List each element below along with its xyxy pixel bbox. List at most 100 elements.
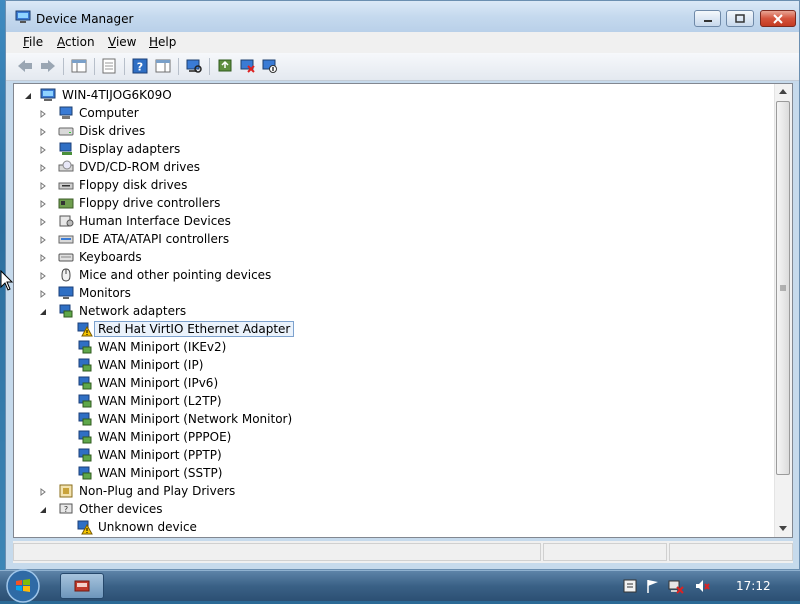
collapse-arrow-icon[interactable] <box>38 505 47 514</box>
maximize-button[interactable] <box>726 10 754 27</box>
properties-button[interactable] <box>99 57 119 75</box>
device-category[interactable]: ? Other devices <box>14 500 714 518</box>
device-item[interactable]: Unknown device <box>14 518 714 536</box>
monitor-icon <box>58 286 74 299</box>
back-button[interactable] <box>15 57 35 75</box>
device-label: Mice and other pointing devices <box>79 268 272 282</box>
floppy-controller-icon <box>58 198 74 209</box>
collapse-arrow-icon[interactable] <box>23 91 32 100</box>
console-tree-icon <box>71 59 87 73</box>
help-icon: ? <box>132 58 148 74</box>
expand-arrow-icon[interactable] <box>38 289 47 298</box>
device-category[interactable]: DVD/CD-ROM drives <box>14 158 714 176</box>
device-item[interactable]: WAN Miniport (L2TP) <box>14 392 714 410</box>
network-icon[interactable] <box>668 578 684 594</box>
device-manager-taskbar-icon <box>74 580 90 592</box>
device-label: Non-Plug and Play Drivers <box>79 484 236 498</box>
disk-drive-icon <box>58 127 74 136</box>
device-label: Human Interface Devices <box>79 214 231 228</box>
device-category[interactable]: Computer <box>14 104 714 122</box>
device-category[interactable]: Mice and other pointing devices <box>14 266 714 284</box>
device-label: Red Hat VirtIO Ethernet Adapter <box>93 321 295 337</box>
scroll-down-arrow-icon[interactable] <box>775 520 791 536</box>
warning-device-icon <box>77 322 93 337</box>
expand-arrow-icon[interactable] <box>38 181 47 190</box>
view-toggle-button[interactable] <box>153 57 173 75</box>
flag-icon[interactable] <box>645 578 661 594</box>
start-button[interactable] <box>4 568 42 604</box>
dvd-drive-icon <box>58 160 74 172</box>
update-driver-button[interactable] <box>216 57 236 75</box>
help-button[interactable]: ? <box>130 57 150 75</box>
device-category[interactable]: Non-Plug and Play Drivers <box>14 482 714 500</box>
action-center-icon[interactable] <box>622 578 638 594</box>
show-hide-console-tree-button[interactable] <box>69 57 89 75</box>
scroll-up-arrow-icon[interactable] <box>775 84 791 100</box>
update-driver-icon <box>218 59 232 72</box>
expand-arrow-icon[interactable] <box>38 109 47 118</box>
device-category[interactable]: Keyboards <box>14 248 714 266</box>
device-label: WAN Miniport (L2TP) <box>98 394 222 408</box>
taskbar-device-manager-button[interactable] <box>60 573 104 599</box>
ide-controller-icon <box>58 235 74 244</box>
scrollbar-thumb[interactable] <box>776 101 790 475</box>
properties-icon <box>102 58 116 74</box>
view-pane-icon <box>155 59 171 73</box>
device-category[interactable]: Monitors <box>14 284 714 302</box>
device-label: WAN Miniport (IKEv2) <box>98 340 227 354</box>
device-category[interactable]: Floppy disk drives <box>14 176 714 194</box>
volume-muted-icon[interactable] <box>694 578 710 594</box>
expand-arrow-icon[interactable] <box>38 217 47 226</box>
vertical-scrollbar[interactable] <box>774 84 792 537</box>
expand-arrow-icon[interactable] <box>38 163 47 172</box>
forward-button[interactable] <box>38 57 58 75</box>
device-category[interactable]: Network adapters <box>14 302 714 320</box>
collapse-arrow-icon[interactable] <box>38 307 47 316</box>
device-item[interactable]: Red Hat VirtIO Ethernet Adapter <box>14 320 714 338</box>
scan-hardware-button[interactable] <box>184 57 204 75</box>
device-category[interactable]: Disk drives <box>14 122 714 140</box>
device-category[interactable]: IDE ATA/ATAPI controllers <box>14 230 714 248</box>
status-bar <box>13 541 793 563</box>
menu-file[interactable]: File <box>23 35 43 49</box>
device-tree[interactable]: WIN-4TIJOG6K09O Computer Disk drives Displ… <box>13 83 793 538</box>
device-item[interactable]: WAN Miniport (PPPOE) <box>14 428 714 446</box>
device-item[interactable]: WAN Miniport (IPv6) <box>14 374 714 392</box>
expand-arrow-icon[interactable] <box>38 127 47 136</box>
title-bar[interactable]: Device Manager <box>6 1 799 32</box>
uninstall-device-button[interactable] <box>238 57 258 75</box>
expand-arrow-icon[interactable] <box>38 487 47 496</box>
tree-root[interactable]: WIN-4TIJOG6K09O <box>18 86 318 104</box>
close-button[interactable] <box>760 10 796 27</box>
expand-arrow-icon[interactable] <box>38 235 47 244</box>
expand-arrow-icon[interactable] <box>38 253 47 262</box>
minimize-button[interactable] <box>694 10 721 27</box>
taskbar: 17:12 <box>0 568 800 604</box>
display-adapter-icon <box>59 142 72 155</box>
device-item[interactable]: WAN Miniport (SSTP) <box>14 464 714 482</box>
device-item[interactable]: WAN Miniport (Network Monitor) <box>14 410 714 428</box>
device-category[interactable]: Human Interface Devices <box>14 212 714 230</box>
expand-arrow-icon[interactable] <box>38 199 47 208</box>
device-item[interactable]: WAN Miniport (PPTP) <box>14 446 714 464</box>
expand-arrow-icon[interactable] <box>38 271 47 280</box>
device-item[interactable]: WAN Miniport (IP) <box>14 356 714 374</box>
expand-arrow-icon[interactable] <box>38 145 47 154</box>
svg-text:?: ? <box>64 505 68 514</box>
network-adapter-icon <box>78 376 92 390</box>
close-icon <box>773 13 783 24</box>
system-tray: 17:12 <box>610 571 800 601</box>
disable-device-button[interactable] <box>260 57 280 75</box>
device-manager-icon <box>15 10 31 23</box>
taskbar-clock[interactable]: 17:12 <box>736 579 771 593</box>
device-category[interactable]: Display adapters <box>14 140 714 158</box>
menu-action[interactable]: Action <box>57 35 95 49</box>
device-category[interactable]: Floppy drive controllers <box>14 194 714 212</box>
device-item[interactable]: WAN Miniport (IKEv2) <box>14 338 714 356</box>
menu-view[interactable]: View <box>108 35 136 49</box>
tree-root-label: WIN-4TIJOG6K09O <box>62 88 172 102</box>
toolbar-separator <box>178 58 179 75</box>
hid-icon <box>59 215 74 227</box>
menu-help[interactable]: Help <box>149 35 176 49</box>
device-manager-window: Device Manager File Action View Help ? W… <box>5 0 800 570</box>
